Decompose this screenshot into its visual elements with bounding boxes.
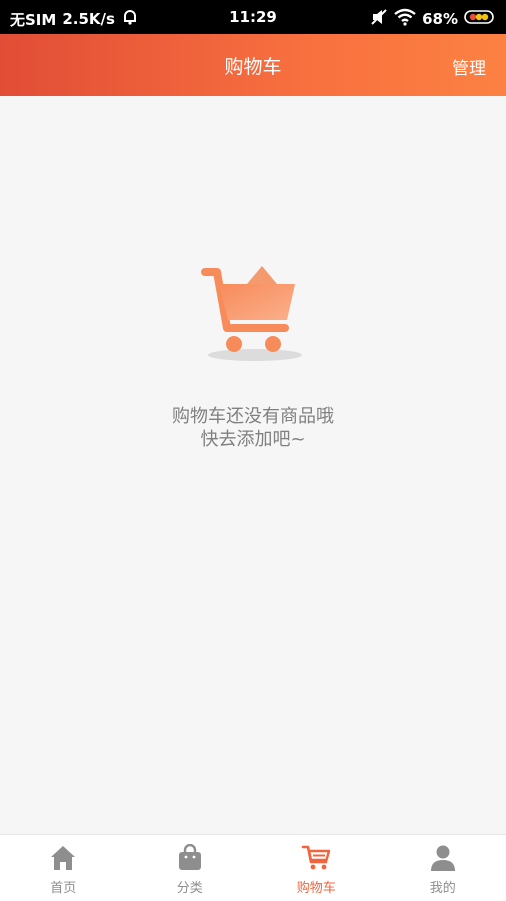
mute-icon — [370, 8, 388, 30]
empty-message-line2: 快去添加吧~ — [0, 428, 506, 451]
battery-percent: 68% — [422, 10, 458, 28]
shopping-cart-icon — [195, 262, 311, 366]
user-icon — [429, 844, 457, 872]
nav-item-mine[interactable]: 我的 — [380, 835, 506, 901]
nav-label-category: 分类 — [127, 877, 254, 896]
empty-cart-illustration — [195, 262, 311, 366]
nav-item-home[interactable]: 首页 — [0, 835, 127, 901]
nav-item-cart[interactable]: 购物车 — [253, 835, 380, 901]
manage-button[interactable]: 管理 — [452, 54, 486, 79]
nav-label-mine: 我的 — [380, 877, 506, 896]
battery-icon — [464, 9, 496, 29]
nav-label-home: 首页 — [0, 877, 127, 896]
cart-icon — [301, 844, 331, 872]
app-header: 购物车 管理 — [0, 34, 506, 96]
page-title: 购物车 — [0, 52, 506, 79]
bottom-nav: 首页 分类 购物车 我的 — [0, 834, 506, 901]
bag-icon — [176, 844, 204, 872]
home-icon — [49, 844, 77, 872]
wifi-icon — [394, 8, 416, 30]
empty-message-line1: 购物车还没有商品哦 — [0, 405, 506, 428]
status-right: 68% — [370, 8, 496, 30]
nav-label-cart: 购物车 — [253, 877, 380, 896]
status-bar: 无SIM 2.5K/s 11:29 68% — [0, 0, 506, 34]
nav-item-category[interactable]: 分类 — [127, 835, 254, 901]
